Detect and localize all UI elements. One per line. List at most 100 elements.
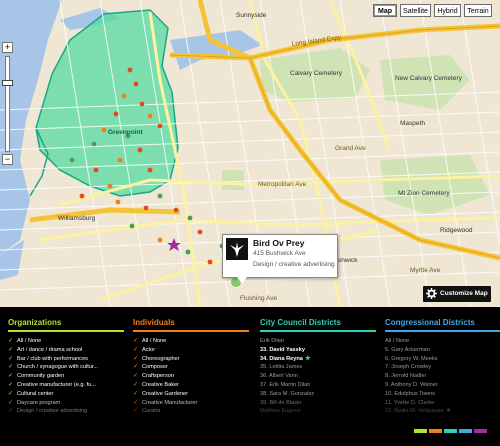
individuals-item[interactable]: ✓ Craftsperson <box>133 372 251 381</box>
organizations-item[interactable]: ✓ Art / dance / drama school <box>8 346 126 355</box>
checkmark-icon[interactable]: ✓ <box>8 337 15 346</box>
council-item[interactable]: 33. David Yassky <box>260 346 378 355</box>
zoom-control[interactable]: + − <box>2 38 13 165</box>
checkmark-icon[interactable]: ✓ <box>133 363 140 372</box>
checkmark-icon[interactable]: ✓ <box>133 337 140 346</box>
council-item[interactable]: Erik Dilan <box>260 337 378 346</box>
marker-green <box>129 223 135 229</box>
checkmark-icon[interactable]: ✓ <box>133 355 140 364</box>
congressional-item[interactable]: All / None <box>385 337 500 346</box>
label-metropolitan: Metropolitan Ave <box>258 181 307 188</box>
marker-organization <box>197 229 203 235</box>
organizations-item-label: Church / synagogue with cultur... <box>17 364 99 371</box>
organizations-item[interactable]: ✓ Bar / club with performances <box>8 355 126 364</box>
zoom-in-button[interactable]: + <box>2 42 13 53</box>
council-item[interactable]: 35. Letitia James <box>260 363 378 372</box>
map-type-hybrid[interactable]: Hybrid <box>434 4 461 17</box>
zoom-out-button[interactable]: − <box>2 154 13 165</box>
info-popup[interactable]: Bird Ov Prey 415 Bushwick Ave Design / c… <box>222 234 338 284</box>
congressional-item[interactable]: 12. Nydia M. Velázquez ★ <box>385 407 500 416</box>
marker-green <box>91 141 97 147</box>
organizations-item-label: All / None <box>17 338 42 344</box>
customize-map-button[interactable]: Customize Map <box>423 286 491 302</box>
map-type-satellite[interactable]: Satellite <box>400 4 431 17</box>
council-item[interactable]: 38. Sara M. Gonzalez <box>260 390 378 399</box>
individuals-item[interactable]: ✓ Creative Baker <box>133 381 251 390</box>
checkmark-icon[interactable]: ✓ <box>8 346 15 355</box>
individuals-item[interactable]: ✓ Choreographer <box>133 355 251 364</box>
council-rule <box>260 330 376 332</box>
council-item-label: 35. Letitia James <box>260 364 303 371</box>
marker-organization <box>157 123 163 129</box>
label-mt-zion: Mt Zion Cemetery <box>398 190 450 197</box>
council-item[interactable]: 34. Diana Reyna ★ <box>260 355 378 364</box>
marker-organization <box>143 205 149 211</box>
checkmark-icon[interactable]: ✓ <box>133 346 140 355</box>
checkmark-icon[interactable]: ✓ <box>133 399 140 408</box>
council-list: Erik Dilan 33. David Yassky 34. Diana Reyn… <box>260 337 378 416</box>
zoom-thumb[interactable] <box>2 80 13 86</box>
map-type-terrain[interactable]: Terrain <box>464 4 492 17</box>
congressional-item[interactable]: 11. Yvette D. Clarke <box>385 399 500 408</box>
marker-organization <box>139 101 145 107</box>
individuals-item[interactable]: ✓ Creative Gardener <box>133 390 251 399</box>
council-item[interactable]: Mathieu Eugene <box>260 407 378 416</box>
individuals-item[interactable]: ✓ Composer <box>133 363 251 372</box>
marker-organization <box>147 167 153 173</box>
congressional-item-label: 7. Joseph Crowley <box>385 364 432 371</box>
individuals-item[interactable]: ✓ Curator <box>133 407 251 416</box>
congressional-item[interactable]: 10. Edolphus Towns <box>385 390 500 399</box>
congressional-item-label: 6. Gregory W. Meeks <box>385 355 438 362</box>
individuals-item[interactable]: ✓ Creative Manufacturer <box>133 399 251 408</box>
organizations-rule <box>8 330 124 332</box>
congressional-item[interactable]: 8. Jerrold Nadler <box>385 372 500 381</box>
marker-organization <box>93 167 99 173</box>
checkmark-icon[interactable]: ✓ <box>8 407 15 416</box>
checkmark-icon[interactable]: ✓ <box>8 355 15 364</box>
council-item[interactable]: 39. Bill de Blasio <box>260 399 378 408</box>
organizations-item[interactable]: ✓ Church / synagogue with cultur... <box>8 363 126 372</box>
organizations-list: ✓ All / None ✓ Art / dance / drama school ✓ B… <box>8 337 126 416</box>
organizations-item[interactable]: ✓ All / None <box>8 337 126 346</box>
congressional-item[interactable]: 5. Gary Ackerman <box>385 346 500 355</box>
congressional-item[interactable]: 7. Joseph Crowley <box>385 363 500 372</box>
organizations-item[interactable]: ✓ Design / creative advertising <box>8 407 126 416</box>
organizations-item[interactable]: ✓ Cultural center <box>8 390 126 399</box>
council-item[interactable]: 36. Albert Vann <box>260 372 378 381</box>
organizations-item-label: Art / dance / drama school <box>17 346 83 353</box>
checkmark-icon[interactable]: ✓ <box>133 390 140 399</box>
congressional-item[interactable]: 9. Anthony D. Weiner <box>385 381 500 390</box>
checkmark-icon[interactable]: ✓ <box>8 399 15 408</box>
popup-category: Design / creative advertising <box>253 261 335 268</box>
checkmark-icon[interactable]: ✓ <box>133 372 140 381</box>
zoom-track[interactable] <box>5 56 10 152</box>
individuals-item[interactable]: ✓ Actor <box>133 346 251 355</box>
marker-green <box>69 157 75 163</box>
organizations-item[interactable]: ✓ Community garden <box>8 372 126 381</box>
checkmark-icon[interactable]: ✓ <box>8 390 15 399</box>
label-calvary: Calvary Cemetery <box>290 70 343 77</box>
color-swatch <box>474 429 487 433</box>
checkmark-icon[interactable]: ✓ <box>8 372 15 381</box>
map-type-map[interactable]: Map <box>373 4 397 17</box>
checkmark-icon[interactable]: ✓ <box>133 381 140 390</box>
checkmark-icon[interactable]: ✓ <box>8 381 15 390</box>
marker-individual <box>117 157 123 163</box>
organizations-item[interactable]: ✓ Daycare program <box>8 399 126 408</box>
congressional-column: Congressional Districts All / None 5. Gar… <box>385 317 500 416</box>
individuals-item-label: All / None <box>142 338 167 344</box>
marker-green <box>185 249 191 255</box>
checkmark-icon[interactable]: ✓ <box>133 407 140 416</box>
individuals-item[interactable]: ✓ All / None <box>133 337 251 346</box>
congressional-item[interactable]: 6. Gregory W. Meeks <box>385 355 500 364</box>
council-item[interactable]: 37. Erik Martin Dilan <box>260 381 378 390</box>
marker-organization <box>137 147 143 153</box>
marker-organization <box>133 81 139 87</box>
color-swatches <box>414 429 490 435</box>
checkmark-icon[interactable]: ✓ <box>8 363 15 372</box>
organizations-item[interactable]: ✓ Creative manufacturer (e.g. fu... <box>8 381 126 390</box>
organizations-item-label: Community garden <box>17 373 65 380</box>
individuals-item-label: Creative Baker <box>142 381 179 388</box>
label-new-calvary: New Calvary Cemetery <box>395 75 463 82</box>
map-view[interactable]: Sunnyside Long Island Expy Calvary Cemet… <box>0 0 500 307</box>
